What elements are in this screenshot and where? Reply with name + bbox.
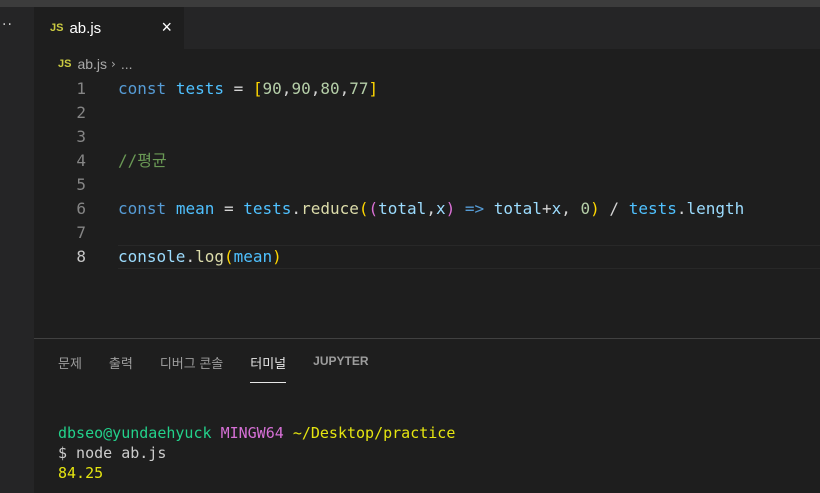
editor-tab-bar: JS ab.js × [34, 7, 820, 49]
code-token: length [686, 199, 745, 218]
code-token: mean [233, 247, 273, 266]
terminal-prompt-line: dbseo@yundaehyuck MINGW64 ~/Desktop/prac… [58, 423, 455, 443]
code-token: , [281, 79, 292, 98]
panel-tab-2[interactable]: 출력 [109, 353, 133, 383]
code-token: tests [175, 79, 224, 98]
code-token: ] [368, 79, 379, 98]
code-token: ( [368, 199, 379, 218]
code-line[interactable]: 5 [34, 173, 820, 197]
breadcrumb-file[interactable]: ab.js [77, 56, 107, 72]
side-panel-edge: ·· [0, 7, 34, 493]
line-number: 5 [76, 175, 86, 194]
code-token: ( [223, 247, 234, 266]
tab-label: ab.js [69, 19, 102, 37]
code-token: ) [272, 247, 282, 266]
panel-tab-4[interactable]: 터미널 [250, 353, 287, 383]
code-token: tests [243, 199, 292, 218]
code-token: mean [175, 199, 215, 218]
code-token: 90 [291, 79, 311, 98]
code-text: const tests = [90,90,80,77] [118, 77, 378, 101]
code-token: 90 [262, 79, 282, 98]
code-token: 0 [580, 199, 591, 218]
terminal-user-host: dbseo@yundaehyuck [58, 424, 212, 442]
code-line[interactable]: 4 //평균 [34, 149, 820, 173]
line-number: 4 [76, 151, 86, 170]
panel-tab-5[interactable]: JUPYTER [313, 353, 368, 383]
line-number: 2 [76, 103, 86, 122]
code-text: const mean = tests.reduce((total,x) => t… [118, 197, 744, 221]
code-line[interactable]: 6 const mean = tests.reduce((total,x) => … [34, 197, 820, 221]
code-token: 80 [320, 79, 340, 98]
line-number: 3 [76, 127, 86, 146]
code-token: , [561, 199, 581, 218]
line-number: 8 [76, 247, 86, 266]
line-number: 7 [76, 223, 86, 242]
code-token: log [195, 247, 224, 266]
close-icon[interactable]: × [161, 17, 172, 38]
code-token: , [339, 79, 350, 98]
code-token: total [378, 199, 427, 218]
code-token: //평균 [118, 151, 167, 170]
terminal-command: $ node ab.js [58, 444, 167, 462]
javascript-file-icon: JS [58, 58, 72, 70]
breadcrumb: JS ab.js › ... [58, 54, 133, 74]
code-token: console [118, 247, 186, 266]
chevron-right-icon: › [111, 57, 116, 71]
panel-tabs: 문제 출력 디버그 콘솔 터미널 JUPYTER [58, 353, 396, 383]
breadcrumb-symbols[interactable]: ... [121, 56, 133, 72]
code-token: , [426, 199, 436, 218]
code-token: ( [358, 199, 369, 218]
line-number: 6 [76, 199, 86, 218]
code-line[interactable]: 2 [34, 101, 820, 125]
code-line[interactable]: 3 [34, 125, 820, 149]
bottom-panel: 문제 출력 디버그 콘솔 터미널 JUPYTER dbseo@yundaehyuck M… [34, 338, 820, 493]
code-token: ) [590, 199, 600, 218]
code-token: => [464, 199, 485, 218]
code-token: x [551, 199, 562, 218]
code-token: x [435, 199, 446, 218]
code-token: . [676, 199, 687, 218]
terminal-path: ~/Desktop/practice [292, 424, 456, 442]
code-token: = [214, 199, 244, 218]
code-token: tests [628, 199, 677, 218]
more-actions-icon[interactable]: ·· [2, 17, 13, 33]
code-token: . [185, 247, 196, 266]
code-text: console.log(mean) [118, 245, 282, 269]
code-token: const [118, 79, 167, 98]
code-token: / [599, 199, 629, 218]
code-line[interactable]: 1 const tests = [90,90,80,77] [34, 77, 820, 101]
tab-ab-js[interactable]: JS ab.js × [34, 7, 184, 49]
code-token: reduce [301, 199, 359, 218]
code-token: total [493, 199, 542, 218]
line-number: 1 [76, 79, 86, 98]
panel-tab-1[interactable]: 문제 [58, 353, 82, 383]
terminal[interactable]: dbseo@yundaehyuck MINGW64 ~/Desktop/prac… [58, 423, 455, 483]
code-token: . [291, 199, 302, 218]
code-token: [ [252, 79, 263, 98]
code-token: 77 [349, 79, 369, 98]
code-token: , [310, 79, 321, 98]
code-token: const [118, 199, 167, 218]
code-token: ) [445, 199, 456, 218]
code-token: = [223, 79, 253, 98]
terminal-output: 84.25 [58, 464, 104, 482]
terminal-system: MINGW64 [220, 424, 284, 442]
javascript-file-icon: JS [50, 22, 64, 34]
code-line[interactable]: 8 console.log(mean) [34, 245, 820, 269]
code-token: + [541, 199, 552, 218]
title-bar [0, 0, 820, 7]
code-line[interactable]: 7 [34, 221, 820, 245]
code-text: //평균 [118, 149, 167, 173]
panel-tab-3[interactable]: 디버그 콘솔 [160, 353, 223, 383]
